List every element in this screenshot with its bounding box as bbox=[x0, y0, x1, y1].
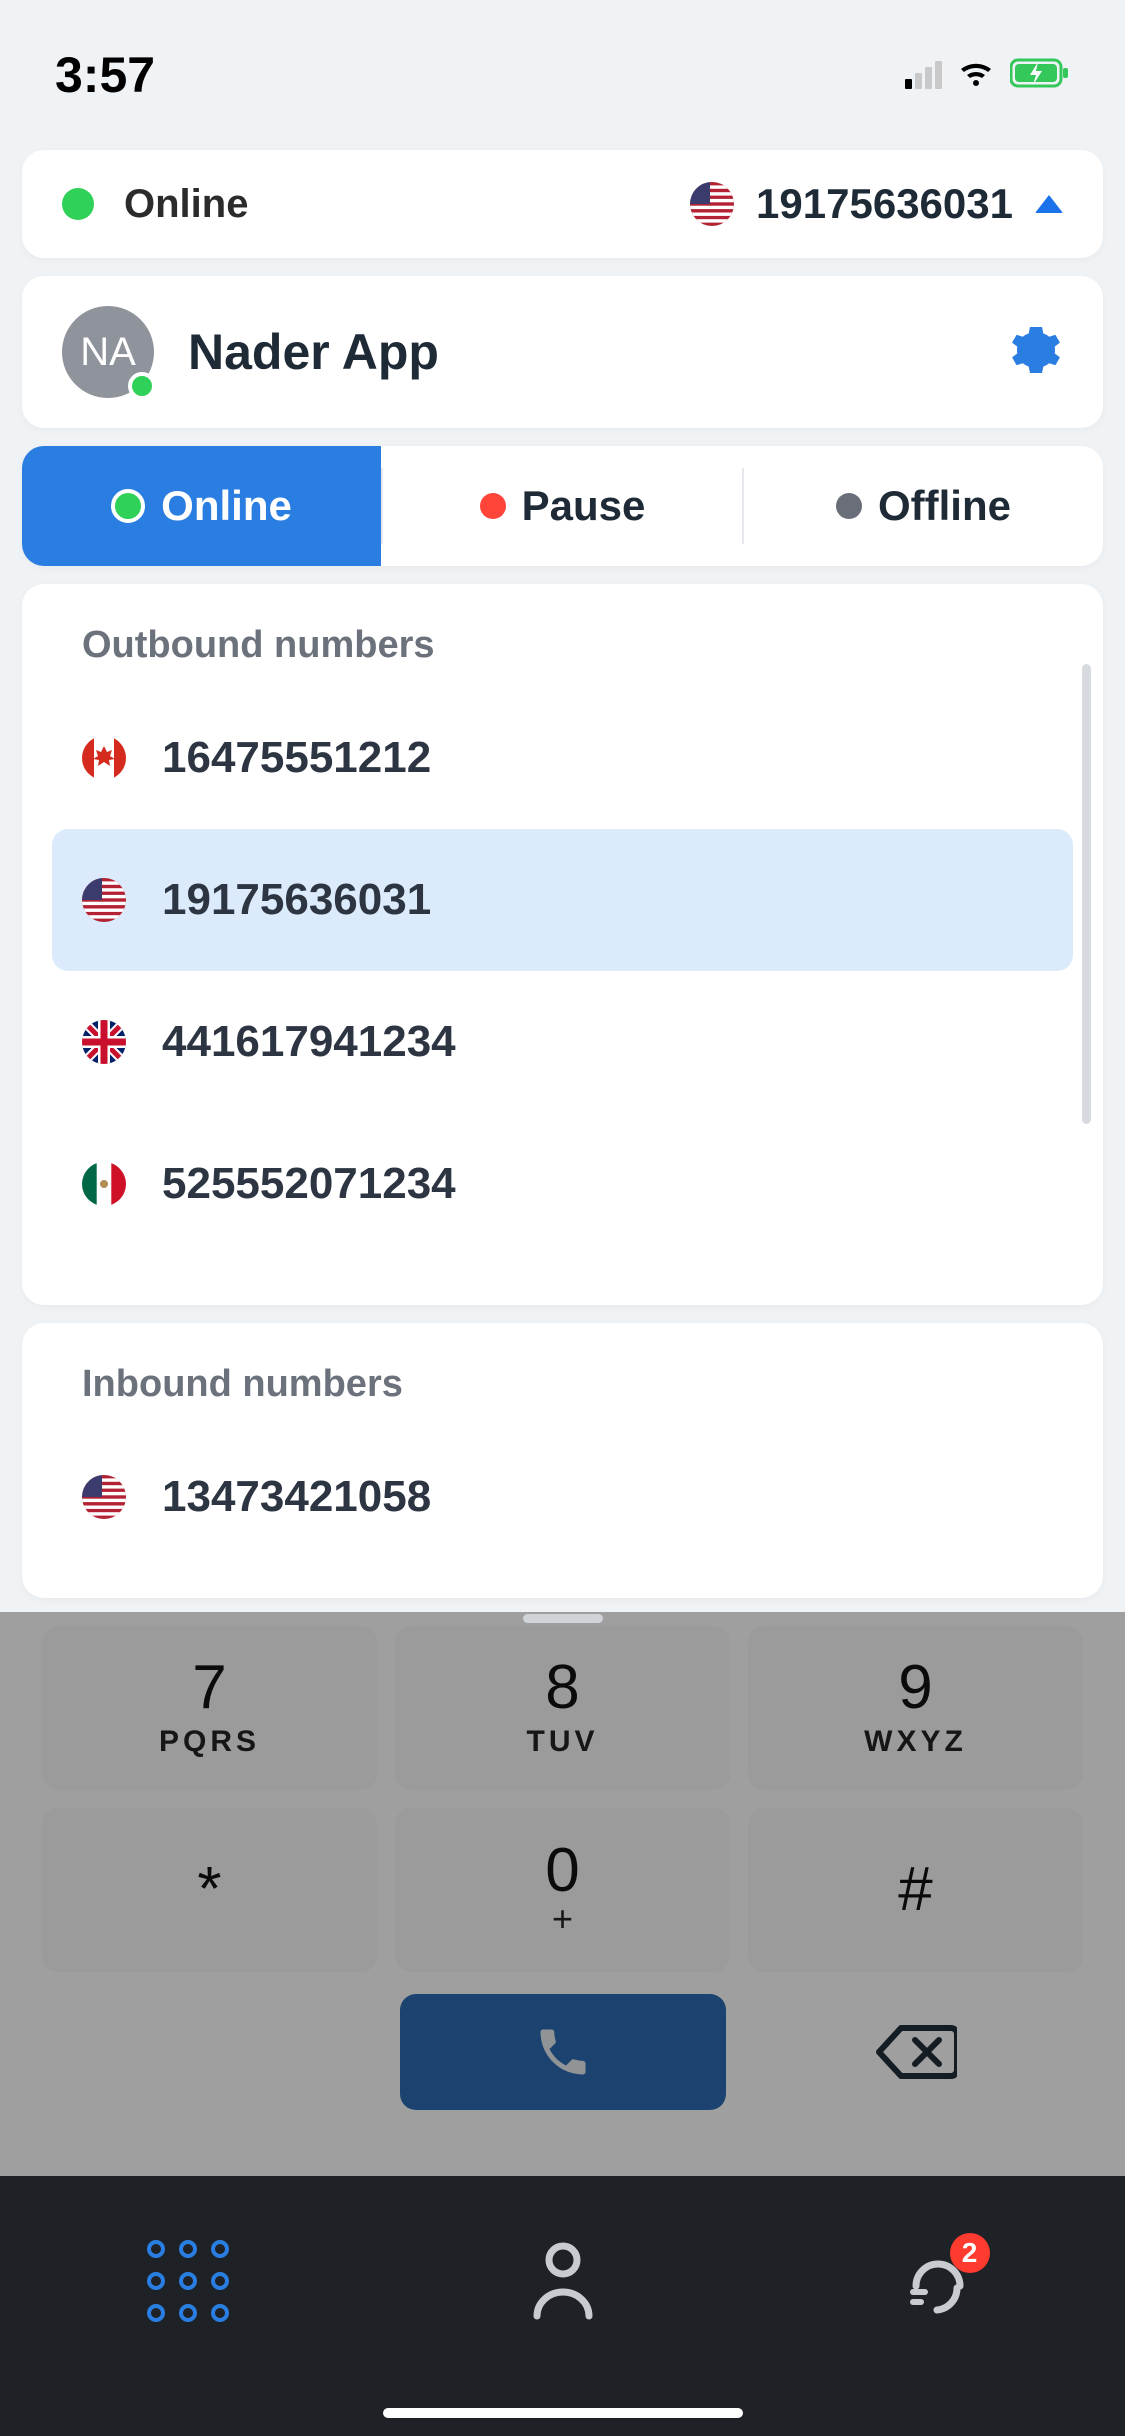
status-bar: 3:57 bbox=[0, 0, 1125, 130]
online-status-dot bbox=[62, 188, 94, 220]
tab-pause[interactable]: Pause bbox=[383, 446, 742, 566]
grey-dot-icon bbox=[836, 493, 862, 519]
gb-flag-icon bbox=[82, 1020, 126, 1064]
status-label: Online bbox=[124, 182, 248, 227]
dialpad-icon bbox=[147, 2240, 229, 2322]
phone-number: 13473421058 bbox=[162, 1472, 431, 1522]
phone-number: 441617941234 bbox=[162, 1017, 456, 1067]
nav-contacts[interactable] bbox=[463, 2221, 663, 2341]
cellular-signal-icon bbox=[905, 61, 942, 89]
phone-number: 19175636031 bbox=[162, 875, 431, 925]
outbound-number-row[interactable]: 16475551212 bbox=[52, 687, 1073, 829]
ca-flag-icon bbox=[82, 736, 126, 780]
outbound-numbers-card: Outbound numbers 16475551212 19175636031… bbox=[22, 584, 1103, 1305]
phone-number: 525552071234 bbox=[162, 1159, 456, 1209]
profile-card: NA Nader App bbox=[22, 276, 1103, 428]
outbound-number-row[interactable]: 441617941234 bbox=[52, 971, 1073, 1113]
outbound-number-row[interactable]: 525552071234 bbox=[52, 1113, 1073, 1255]
bottom-nav: 2 bbox=[0, 2176, 1125, 2436]
sheet-handle[interactable] bbox=[523, 1614, 603, 1623]
tab-label: Offline bbox=[878, 482, 1011, 530]
settings-button[interactable] bbox=[1009, 323, 1063, 382]
tab-label: Pause bbox=[522, 482, 646, 530]
status-tabs: Online Pause Offline bbox=[22, 446, 1103, 566]
presence-dot bbox=[128, 372, 156, 400]
battery-charging-icon bbox=[1010, 58, 1070, 93]
person-icon bbox=[529, 2242, 597, 2320]
us-flag-icon bbox=[690, 182, 734, 226]
chevron-up-icon bbox=[1035, 195, 1063, 213]
current-number-header[interactable]: Online 19175636031 bbox=[22, 150, 1103, 258]
us-flag-icon bbox=[82, 1475, 126, 1519]
red-dot-icon bbox=[480, 493, 506, 519]
notification-badge: 2 bbox=[950, 2233, 990, 2273]
status-time: 3:57 bbox=[55, 46, 155, 104]
avatar: NA bbox=[62, 306, 154, 398]
tab-online[interactable]: Online bbox=[22, 446, 381, 566]
home-indicator bbox=[383, 2408, 743, 2418]
nav-dialer[interactable] bbox=[88, 2221, 288, 2341]
us-flag-icon bbox=[82, 878, 126, 922]
section-title: Outbound numbers bbox=[22, 624, 1103, 687]
wifi-icon bbox=[956, 58, 996, 93]
number-selector-sheet: Online 19175636031 NA Nader App Online bbox=[22, 150, 1103, 1623]
status-indicators bbox=[905, 58, 1070, 93]
inbound-numbers-card: Inbound numbers 13473421058 bbox=[22, 1323, 1103, 1598]
green-dot-icon bbox=[111, 489, 145, 523]
tab-label: Online bbox=[161, 482, 292, 530]
gear-icon bbox=[1009, 323, 1063, 377]
scrollbar-thumb[interactable] bbox=[1082, 664, 1091, 1124]
selected-number: 19175636031 bbox=[756, 180, 1013, 228]
tab-offline[interactable]: Offline bbox=[744, 446, 1103, 566]
section-title: Inbound numbers bbox=[22, 1363, 1103, 1426]
outbound-number-row[interactable]: 19175636031 bbox=[52, 829, 1073, 971]
phone-number: 16475551212 bbox=[162, 733, 431, 783]
mx-flag-icon bbox=[82, 1162, 126, 1206]
profile-name: Nader App bbox=[188, 323, 439, 381]
inbound-number-row[interactable]: 13473421058 bbox=[52, 1426, 1073, 1568]
nav-activity[interactable]: 2 bbox=[838, 2221, 1038, 2341]
